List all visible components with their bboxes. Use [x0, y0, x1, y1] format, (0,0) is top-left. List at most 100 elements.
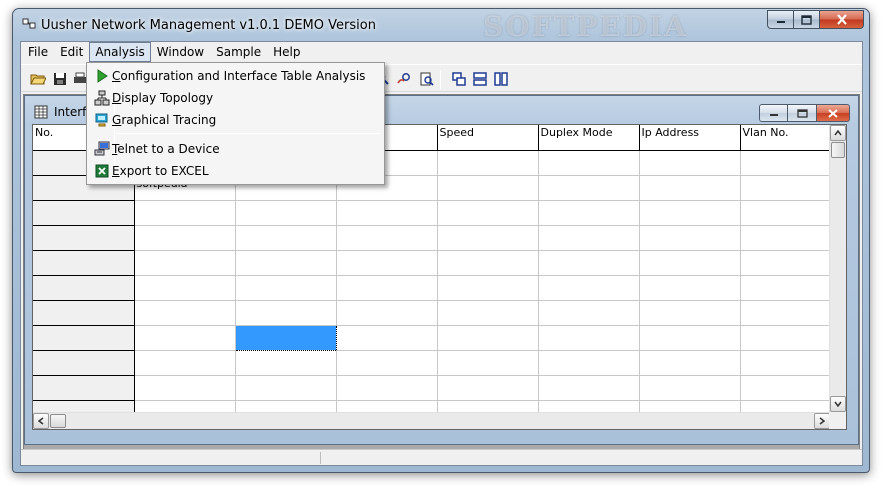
grid-cell[interactable] — [134, 300, 236, 326]
grid-cell[interactable] — [639, 350, 741, 376]
grid-cell[interactable] — [639, 250, 741, 276]
menu-item-graphical-tracing[interactable]: Graphical Tracing — [89, 109, 383, 130]
grid-cell[interactable] — [437, 225, 539, 251]
scroll-up-button[interactable] — [830, 125, 846, 141]
grid-cell[interactable] — [437, 275, 539, 301]
grid-cell[interactable] — [538, 150, 640, 176]
grid-cell[interactable] — [740, 250, 831, 276]
grid-cell[interactable] — [740, 325, 831, 351]
row-header-cell[interactable] — [33, 300, 135, 326]
tile-vertical-button[interactable] — [492, 70, 510, 88]
row-header-cell[interactable] — [33, 375, 135, 401]
column-header-duplex-mode[interactable]: Duplex Mode — [538, 125, 640, 151]
grid-cell[interactable] — [235, 350, 337, 376]
grid-cell[interactable] — [538, 350, 640, 376]
grid-cell[interactable] — [336, 350, 438, 376]
grid-cell[interactable] — [437, 175, 539, 201]
grid-cell[interactable] — [639, 325, 741, 351]
grid-cell[interactable] — [235, 300, 337, 326]
grid-cell[interactable] — [336, 225, 438, 251]
column-header-vlan-no[interactable]: Vlan No. — [740, 125, 831, 151]
grid-cell[interactable] — [437, 150, 539, 176]
grid-cell[interactable] — [538, 325, 640, 351]
column-header-speed[interactable]: Speed — [437, 125, 539, 151]
grid-cell[interactable] — [336, 375, 438, 401]
scroll-down-button[interactable] — [830, 396, 846, 412]
grid-cell[interactable] — [538, 225, 640, 251]
menu-item-export-excel[interactable]: Export to EXCEL — [89, 160, 383, 181]
grid-cell[interactable] — [134, 275, 236, 301]
grid-cell[interactable] — [740, 300, 831, 326]
cascade-button[interactable] — [450, 70, 468, 88]
grid-cell[interactable] — [336, 300, 438, 326]
open-button[interactable] — [29, 70, 47, 88]
menu-item-display-topology[interactable]: Display Topology — [89, 87, 383, 108]
grid-cell[interactable] — [235, 250, 337, 276]
scroll-left-button[interactable] — [33, 413, 49, 429]
row-header-cell[interactable] — [33, 200, 135, 226]
grid-cell[interactable] — [235, 375, 337, 401]
close-button[interactable] — [820, 10, 864, 29]
menu-window[interactable]: Window — [151, 42, 210, 62]
trace-button[interactable] — [396, 70, 414, 88]
child-minimize-button[interactable] — [759, 104, 788, 122]
grid-cell[interactable] — [235, 225, 337, 251]
row-header-cell[interactable] — [33, 350, 135, 376]
row-header-cell[interactable] — [33, 325, 135, 351]
grid-cell[interactable] — [134, 350, 236, 376]
maximize-button[interactable] — [794, 10, 820, 29]
grid-cell[interactable] — [336, 250, 438, 276]
grid-cell[interactable] — [740, 200, 831, 226]
grid-cell[interactable] — [740, 225, 831, 251]
grid-cell[interactable] — [235, 200, 337, 226]
menu-item-telnet[interactable]: Telnet to a Device — [89, 138, 383, 159]
grid-cell[interactable] — [740, 175, 831, 201]
menu-item-configuration-analysis[interactable]: Configuration and Interface Table Analys… — [89, 65, 383, 86]
grid-cell[interactable] — [639, 375, 741, 401]
grid-cell[interactable] — [437, 350, 539, 376]
menu-analysis[interactable]: Analysis — [89, 42, 151, 62]
grid-cell[interactable] — [134, 325, 236, 351]
grid-cell[interactable] — [134, 375, 236, 401]
menu-sample[interactable]: Sample — [210, 42, 267, 62]
minimize-button[interactable] — [767, 10, 794, 29]
grid-cell[interactable] — [134, 200, 236, 226]
horizontal-scrollbar[interactable] — [33, 412, 830, 429]
child-close-button[interactable] — [817, 104, 850, 122]
horizontal-scroll-thumb[interactable] — [50, 414, 66, 428]
vertical-scroll-thumb[interactable] — [831, 142, 845, 158]
grid-cell[interactable] — [437, 200, 539, 226]
grid-cell[interactable] — [639, 300, 741, 326]
grid-cell[interactable] — [437, 375, 539, 401]
grid-cell[interactable] — [134, 250, 236, 276]
column-header-ip-address[interactable]: Ip Address — [639, 125, 741, 151]
menu-help[interactable]: Help — [267, 42, 306, 62]
grid-cell[interactable] — [134, 225, 236, 251]
row-header-cell[interactable] — [33, 225, 135, 251]
row-header-cell[interactable] — [33, 275, 135, 301]
vertical-scrollbar[interactable] — [829, 125, 846, 412]
grid-cell[interactable] — [538, 175, 640, 201]
menu-edit[interactable]: Edit — [54, 42, 89, 62]
row-header-cell[interactable] — [33, 250, 135, 276]
grid-cell[interactable] — [336, 325, 438, 351]
grid-cell[interactable] — [336, 275, 438, 301]
scroll-right-button[interactable] — [814, 413, 830, 429]
grid-cell[interactable] — [740, 350, 831, 376]
grid-cell[interactable] — [639, 150, 741, 176]
grid-cell[interactable] — [740, 150, 831, 176]
grid-cell[interactable] — [538, 250, 640, 276]
title-bar[interactable]: Uusher Network Management v1.0.1 DEMO Ve… — [13, 9, 869, 43]
grid-cell[interactable] — [538, 275, 640, 301]
child-maximize-button[interactable] — [788, 104, 817, 122]
save-button[interactable] — [51, 70, 69, 88]
grid-cell[interactable] — [538, 200, 640, 226]
grid-cell[interactable] — [740, 375, 831, 401]
grid-cell[interactable] — [437, 250, 539, 276]
grid-cell[interactable] — [639, 200, 741, 226]
grid-cell[interactable] — [234, 324, 337, 351]
grid-cell[interactable] — [639, 175, 741, 201]
grid-cell[interactable] — [437, 300, 539, 326]
grid-cell[interactable] — [639, 225, 741, 251]
grid-cell[interactable] — [538, 375, 640, 401]
